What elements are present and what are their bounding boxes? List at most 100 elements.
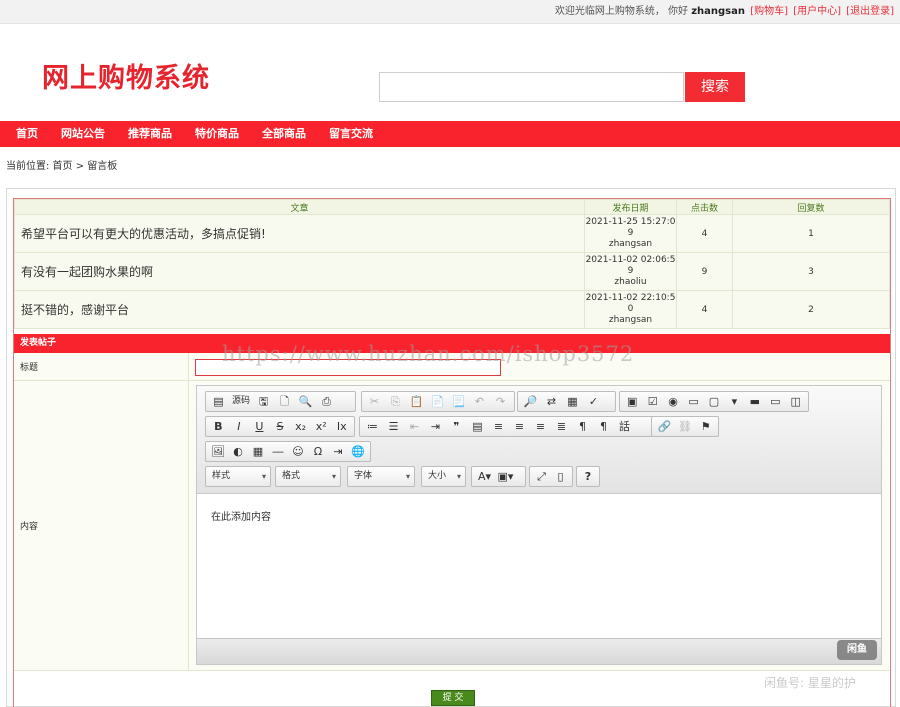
underline-icon[interactable]: U xyxy=(249,418,270,435)
nav-item-message-board[interactable]: 留言交流 xyxy=(329,121,373,147)
smiley-icon[interactable]: ☺ xyxy=(288,443,308,460)
toolbar-group-forms: ▣ ☑ ◉ ▭ ▢ ▾ ▬ ▭ ◫ xyxy=(619,391,809,412)
source-button[interactable]: 源码 xyxy=(229,393,253,410)
text-color-icon[interactable]: A▾ xyxy=(474,468,495,485)
toolbar-group-insert: 🖼 ◐ ▦ ― ☺ Ω ⇥ 🌐 xyxy=(205,441,371,462)
post-title[interactable]: 希望平台可以有更大的优惠活动，多搞点促销! xyxy=(14,214,585,253)
post-date: 2021-11-02 02:06:5 9 zhaoliu xyxy=(584,252,677,291)
toolbar-group-clipboard: ✂ ⎘ 📋 📄 📃 ↶ ↷ xyxy=(361,391,515,412)
redo-icon[interactable]: ↷ xyxy=(490,393,511,410)
iframe-icon[interactable]: 🌐 xyxy=(348,443,368,460)
bold-icon[interactable]: B xyxy=(208,418,229,435)
site-logo[interactable]: 网上购物系统 xyxy=(42,56,210,95)
nav-item-home[interactable]: 首页 xyxy=(16,121,38,147)
breadcrumb: 当前位置: 首页 > 留言板 xyxy=(6,161,118,172)
form-icon[interactable]: ▣ xyxy=(622,393,642,410)
new-page-icon[interactable]: 🗋 xyxy=(274,393,295,410)
bulleted-list-icon[interactable]: ☰ xyxy=(383,418,404,435)
post-clicks: 9 xyxy=(676,252,733,291)
table-icon[interactable]: ▦ xyxy=(248,443,268,460)
toolbar-group-find: 🔎 ⇄ ▦ ✓ xyxy=(517,391,616,412)
align-left-icon[interactable]: ≡ xyxy=(488,418,509,435)
nav-item-all-products[interactable]: 全部商品 xyxy=(262,121,306,147)
logout-link[interactable]: [退出登录] xyxy=(846,6,894,17)
search-button[interactable]: 搜索 xyxy=(685,72,745,102)
horizontal-line-icon[interactable]: ― xyxy=(268,443,288,460)
main-nav: 首页 网站公告 推荐商品 特价商品 全部商品 留言交流 xyxy=(0,121,900,147)
content-label: 内容 xyxy=(14,381,189,670)
link-icon[interactable]: 🔗 xyxy=(654,418,675,435)
radio-icon[interactable]: ◉ xyxy=(663,393,683,410)
table-row[interactable]: 有没有一起团购水果的啊 2021-11-02 02:06:5 9 zhaoliu… xyxy=(14,252,890,291)
source-icon[interactable]: ▤ xyxy=(208,393,229,410)
image-icon[interactable]: 🖼 xyxy=(208,443,228,460)
post-replies: 2 xyxy=(732,290,890,329)
div-icon[interactable]: ▤ xyxy=(467,418,488,435)
subscript-icon[interactable]: x₂ xyxy=(290,418,311,435)
ltr-icon[interactable]: ¶ xyxy=(572,418,593,435)
image-button-icon[interactable]: ▭ xyxy=(765,393,785,410)
post-title[interactable]: 有没有一起团购水果的啊 xyxy=(14,252,585,291)
editor-content-area[interactable]: 在此添加内容 xyxy=(197,494,881,638)
page-break-icon[interactable]: ⇥ xyxy=(328,443,348,460)
post-replies: 3 xyxy=(732,252,890,291)
submit-row: 提 交 xyxy=(14,674,890,706)
align-right-icon[interactable]: ≡ xyxy=(530,418,551,435)
style-combo[interactable]: 样式 xyxy=(205,466,271,487)
flash-icon[interactable]: ◐ xyxy=(228,443,248,460)
strike-icon[interactable]: S xyxy=(270,418,291,435)
outdent-icon[interactable]: ⇤ xyxy=(404,418,425,435)
italic-icon[interactable]: I xyxy=(229,418,250,435)
bg-color-icon[interactable]: ▣▾ xyxy=(495,468,516,485)
spellcheck-icon[interactable]: ✓ xyxy=(583,393,604,410)
col-date: 发布日期 xyxy=(584,199,677,215)
rtl-icon[interactable]: ¶ xyxy=(593,418,614,435)
anchor-icon[interactable]: ⚑ xyxy=(695,418,716,435)
cart-link[interactable]: [购物车] xyxy=(750,6,788,17)
textfield-icon[interactable]: ▭ xyxy=(683,393,703,410)
superscript-icon[interactable]: x² xyxy=(311,418,332,435)
copy-icon[interactable]: ⎘ xyxy=(385,393,406,410)
button-icon[interactable]: ▬ xyxy=(745,393,765,410)
unlink-icon[interactable]: ⛓ xyxy=(675,418,696,435)
format-combo[interactable]: 格式 xyxy=(275,466,341,487)
replace-icon[interactable]: ⇄ xyxy=(541,393,562,410)
save-icon[interactable]: 🖫 xyxy=(253,393,274,410)
select-icon[interactable]: ▾ xyxy=(724,393,744,410)
indent-icon[interactable]: ⇥ xyxy=(425,418,446,435)
submit-button[interactable]: 提 交 xyxy=(431,690,475,706)
language-icon[interactable]: 話 xyxy=(614,418,635,435)
user-center-link[interactable]: [用户中心] xyxy=(793,6,841,17)
post-replies: 1 xyxy=(732,214,890,253)
numbered-list-icon[interactable]: ≔ xyxy=(362,418,383,435)
paste-icon[interactable]: 📋 xyxy=(406,393,427,410)
blockquote-icon[interactable]: ❞ xyxy=(446,418,467,435)
help-icon[interactable]: ? xyxy=(579,468,597,485)
search-input[interactable] xyxy=(379,72,684,102)
size-combo[interactable]: 大小 xyxy=(421,466,466,487)
nav-item-recommended[interactable]: 推荐商品 xyxy=(128,121,172,147)
cut-icon[interactable]: ✂ xyxy=(364,393,385,410)
checkbox-icon[interactable]: ☑ xyxy=(642,393,662,410)
justify-icon[interactable]: ≣ xyxy=(551,418,572,435)
align-center-icon[interactable]: ≡ xyxy=(509,418,530,435)
special-char-icon[interactable]: Ω xyxy=(308,443,328,460)
paste-text-icon[interactable]: 📄 xyxy=(427,393,448,410)
maximize-icon[interactable]: ⤢ xyxy=(532,468,551,485)
preview-icon[interactable]: 🔍 xyxy=(295,393,316,410)
paste-word-icon[interactable]: 📃 xyxy=(448,393,469,410)
nav-item-announcements[interactable]: 网站公告 xyxy=(61,121,105,147)
undo-icon[interactable]: ↶ xyxy=(469,393,490,410)
hidden-field-icon[interactable]: ◫ xyxy=(786,393,806,410)
font-combo[interactable]: 字体 xyxy=(347,466,415,487)
find-icon[interactable]: 🔎 xyxy=(520,393,541,410)
print-icon[interactable]: ⎙ xyxy=(316,393,337,410)
select-all-icon[interactable]: ▦ xyxy=(562,393,583,410)
remove-format-icon[interactable]: Ix xyxy=(331,418,352,435)
nav-item-specials[interactable]: 特价商品 xyxy=(195,121,239,147)
table-row[interactable]: 挺不错的，感谢平台 2021-11-02 22:10:5 0 zhangsan … xyxy=(14,290,890,329)
post-title[interactable]: 挺不错的，感谢平台 xyxy=(14,290,585,329)
table-row[interactable]: 希望平台可以有更大的优惠活动，多搞点促销! 2021-11-25 15:27:0… xyxy=(14,214,890,253)
textarea-icon[interactable]: ▢ xyxy=(704,393,724,410)
show-blocks-icon[interactable]: ▯ xyxy=(551,468,570,485)
